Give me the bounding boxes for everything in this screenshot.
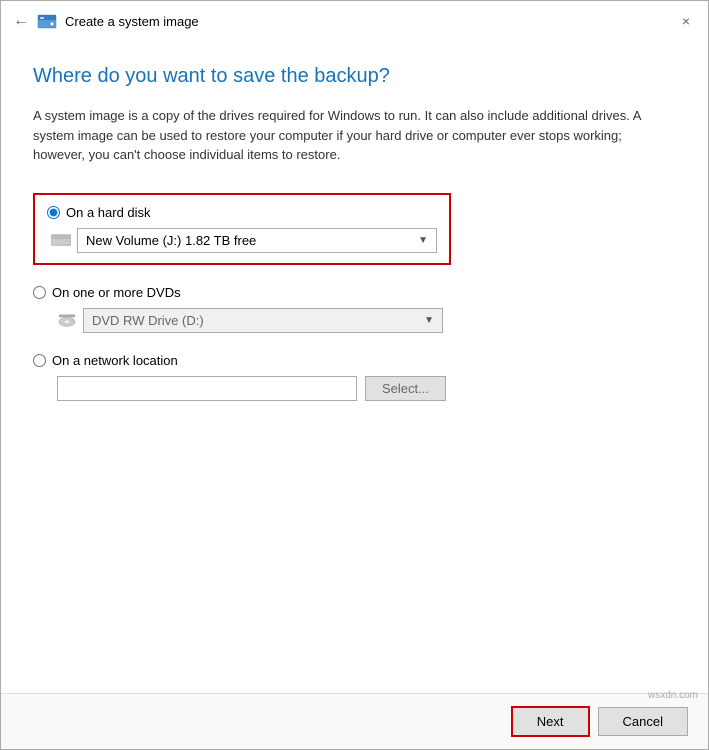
dvd-label[interactable]: On one or more DVDs [33, 285, 676, 300]
hard-disk-dropdown-container: New Volume (J:) 1.82 TB free ▼ [51, 228, 437, 253]
hard-disk-radio[interactable] [47, 206, 60, 219]
window-title: Create a system image [65, 14, 199, 29]
network-section: On a network location Select... [33, 353, 676, 401]
content-area: Where do you want to save the backup? A … [1, 41, 708, 693]
next-button[interactable]: Next [511, 706, 590, 737]
dvd-dropdown-container: DVD RW Drive (D:) ▼ [57, 308, 676, 333]
main-window: ← Create a system image × Where do you w… [0, 0, 709, 750]
back-button[interactable]: ← [13, 12, 29, 30]
network-input-row: Select... [57, 376, 676, 401]
dvd-dropdown-arrow: ▼ [424, 315, 434, 326]
hard-disk-label[interactable]: On a hard disk [47, 205, 437, 220]
network-radio[interactable] [33, 354, 46, 367]
hard-disk-option-box: On a hard disk New Volume (J:) 1.82 TB f… [33, 193, 451, 265]
watermark: wsxdn.com [648, 690, 698, 701]
title-bar: ← Create a system image × [1, 1, 708, 41]
network-location-input[interactable] [57, 376, 357, 401]
hard-disk-icon [51, 232, 71, 248]
dvd-dropdown[interactable]: DVD RW Drive (D:) ▼ [83, 308, 443, 333]
dvd-section: On one or more DVDs DVD RW Drive (D:) ▼ [33, 285, 676, 333]
dvd-radio[interactable] [33, 286, 46, 299]
hard-disk-dropdown-arrow: ▼ [418, 235, 428, 246]
footer: Next Cancel [1, 693, 708, 749]
dvd-icon [57, 312, 77, 328]
close-button[interactable]: × [676, 11, 696, 31]
page-heading: Where do you want to save the backup? [33, 65, 676, 88]
hard-disk-section: On a hard disk New Volume (J:) 1.82 TB f… [33, 193, 676, 265]
network-label[interactable]: On a network location [33, 353, 676, 368]
title-bar-left: ← Create a system image [13, 11, 199, 31]
hard-disk-dropdown[interactable]: New Volume (J:) 1.82 TB free ▼ [77, 228, 437, 253]
window-icon [37, 11, 57, 31]
select-button[interactable]: Select... [365, 376, 446, 401]
cancel-button[interactable]: Cancel [598, 707, 688, 736]
page-description: A system image is a copy of the drives r… [33, 106, 676, 165]
